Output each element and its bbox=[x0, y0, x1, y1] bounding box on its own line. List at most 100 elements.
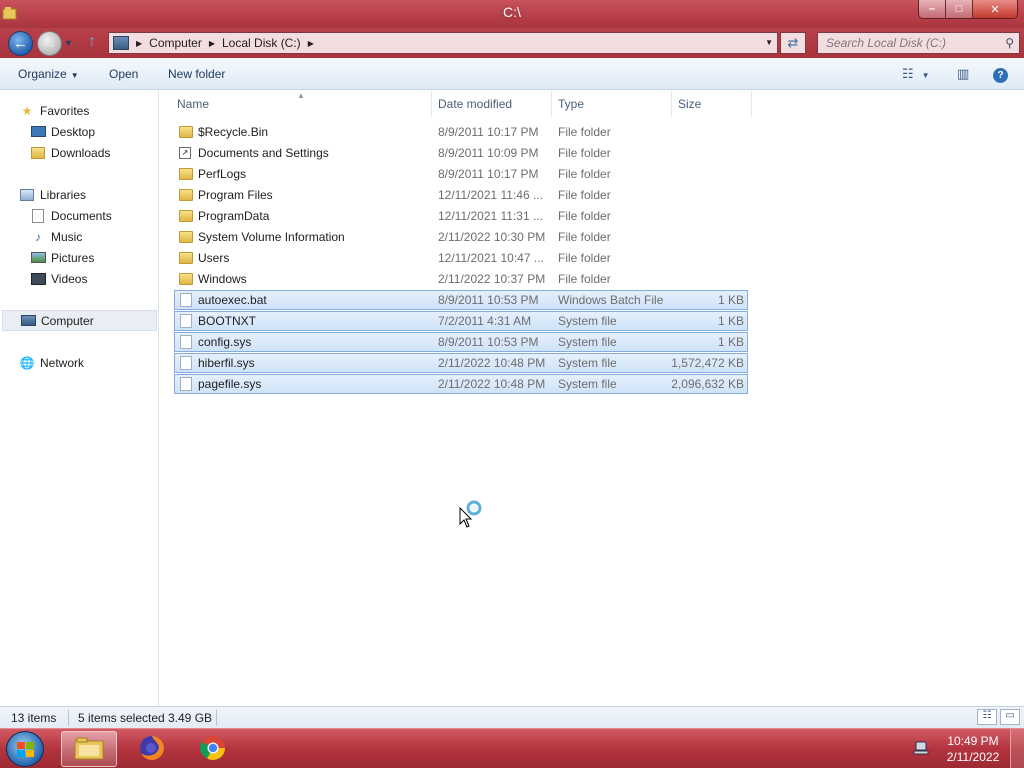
details-view-button[interactable]: ☷ bbox=[977, 709, 997, 725]
taskbar-chrome-button[interactable] bbox=[185, 731, 241, 767]
refresh-button[interactable]: ⇄ bbox=[780, 32, 806, 54]
search-box[interactable]: ⚲ bbox=[817, 32, 1020, 54]
address-history-dropdown[interactable]: ▼ bbox=[765, 38, 773, 47]
file-row[interactable]: pagefile.sys 2/11/2022 10:48 PM System fil… bbox=[174, 374, 748, 394]
file-name: config.sys bbox=[198, 335, 252, 349]
breadcrumb-local-disk[interactable]: Local Disk (C:) bbox=[222, 36, 301, 50]
open-button[interactable]: Open bbox=[109, 67, 138, 81]
organize-button[interactable]: Organize ▼ bbox=[18, 67, 79, 81]
preview-pane-icon: ▥ bbox=[957, 66, 970, 81]
up-level-button[interactable]: ↑ bbox=[88, 33, 106, 53]
nav-favorites[interactable]: ★ Favorites bbox=[19, 100, 177, 121]
clock-time: 10:49 PM bbox=[947, 734, 999, 748]
file-row[interactable]: hiberfil.sys 2/11/2022 10:48 PM System fil… bbox=[174, 353, 748, 373]
file-type: File folder bbox=[558, 272, 611, 286]
arrow-right-icon: → bbox=[42, 35, 57, 52]
maximize-button[interactable]: □ bbox=[946, 0, 973, 18]
nav-downloads-label: Downloads bbox=[51, 145, 111, 160]
preview-pane-button[interactable]: ▥ bbox=[957, 66, 969, 82]
view-list-icon: ☷ bbox=[902, 66, 914, 81]
taskbar-firefox-button[interactable] bbox=[124, 731, 180, 767]
computer-icon bbox=[113, 36, 129, 50]
file-row[interactable]: System Volume Information 2/11/2022 10:30… bbox=[174, 227, 748, 247]
back-button[interactable]: ← bbox=[8, 31, 33, 56]
clock[interactable]: 10:49 PM 2/11/2022 bbox=[940, 734, 1006, 764]
system-file-icon bbox=[180, 356, 192, 370]
column-header-type[interactable]: Type bbox=[552, 91, 672, 117]
file-type: System file bbox=[558, 314, 617, 328]
recent-pages-dropdown[interactable]: ▼ bbox=[64, 38, 73, 48]
file-type: File folder bbox=[558, 125, 611, 139]
file-row[interactable]: ↗ Documents and Settings 8/9/2011 10:09 PM… bbox=[174, 143, 748, 163]
folder-icon bbox=[179, 252, 193, 264]
file-row[interactable]: Program Files 12/11/2021 11:46 ... File fo… bbox=[174, 185, 748, 205]
new-folder-button[interactable]: New folder bbox=[168, 67, 225, 81]
explorer-folder-icon bbox=[73, 735, 105, 764]
breadcrumb: ▶ Computer ▶ Local Disk (C:) ▶ bbox=[129, 36, 321, 50]
breadcrumb-computer[interactable]: Computer bbox=[149, 36, 202, 50]
column-header-size[interactable]: Size bbox=[672, 91, 752, 117]
file-row[interactable]: Users 12/11/2021 10:47 ... File folder bbox=[174, 248, 748, 268]
nav-documents-label: Documents bbox=[51, 208, 112, 223]
network-tray-icon[interactable] bbox=[913, 740, 931, 759]
change-view-button[interactable]: ☷ ▼ bbox=[902, 66, 930, 82]
file-size: 1,572,472 KB bbox=[671, 356, 744, 370]
chevron-down-icon: ▼ bbox=[921, 71, 930, 80]
file-date-modified: 2/11/2022 10:48 PM bbox=[438, 377, 546, 391]
music-icon: ♪ bbox=[35, 229, 41, 244]
minimize-button[interactable]: – bbox=[919, 0, 946, 18]
file-row[interactable]: autoexec.bat 8/9/2011 10:53 PM Windows Bat… bbox=[174, 290, 748, 310]
start-button[interactable] bbox=[6, 731, 44, 767]
file-row[interactable]: Windows 2/11/2022 10:37 PM File folder bbox=[174, 269, 748, 289]
file-list[interactable]: Name ▲ Date modified Type Size $Recycle.… bbox=[160, 91, 1024, 706]
column-header-name[interactable]: Name ▲ bbox=[160, 91, 432, 117]
address-bar[interactable]: ▶ Computer ▶ Local Disk (C:) ▶ ▼ bbox=[108, 32, 778, 54]
status-item-count: 13 items bbox=[11, 711, 57, 725]
navigation-bar: ← → ▼ ↑ ▶ Computer ▶ Local Disk (C:) ▶ ▼… bbox=[0, 28, 1024, 58]
nav-libraries-label: Libraries bbox=[40, 187, 87, 202]
search-input[interactable] bbox=[826, 36, 996, 50]
taskbar-explorer-button[interactable] bbox=[61, 731, 117, 767]
file-type: File folder bbox=[558, 251, 611, 265]
system-file-icon bbox=[180, 377, 192, 391]
close-button[interactable]: ✕ bbox=[973, 0, 1017, 18]
breadcrumb-separator-icon[interactable]: ▶ bbox=[136, 39, 142, 48]
navigation-pane: ★ Favorites Desktop Downloads Libraries D… bbox=[0, 91, 159, 706]
breadcrumb-separator-icon[interactable]: ▶ bbox=[308, 39, 314, 48]
file-name: hiberfil.sys bbox=[198, 356, 255, 370]
breadcrumb-separator-icon[interactable]: ▶ bbox=[209, 39, 215, 48]
nav-computer[interactable]: Computer bbox=[2, 310, 157, 331]
arrow-up-icon: ↑ bbox=[88, 33, 96, 50]
file-type: File folder bbox=[558, 209, 611, 223]
file-row[interactable]: $Recycle.Bin 8/9/2011 10:17 PM File folder bbox=[174, 122, 748, 142]
file-row[interactable]: PerfLogs 8/9/2011 10:17 PM File folder bbox=[174, 164, 748, 184]
large-icons-view-button[interactable]: ▭ bbox=[1000, 709, 1020, 725]
show-desktop-button[interactable] bbox=[1010, 729, 1024, 768]
network-icon: 🌐 bbox=[19, 355, 35, 370]
computer-icon bbox=[20, 314, 36, 328]
downloads-folder-icon bbox=[30, 146, 46, 160]
file-row[interactable]: ProgramData 12/11/2021 11:31 ... File fold… bbox=[174, 206, 748, 226]
search-icon[interactable]: ⚲ bbox=[1005, 36, 1014, 50]
refresh-icon: ⇄ bbox=[787, 35, 799, 50]
nav-libraries[interactable]: Libraries bbox=[19, 184, 177, 205]
details-view-icon: ☷ bbox=[982, 710, 992, 721]
file-row[interactable]: BOOTNXT 7/2/2011 4:31 AM System file 1 KB bbox=[174, 311, 748, 331]
forward-button[interactable]: → bbox=[37, 31, 62, 56]
file-row[interactable]: config.sys 8/9/2011 10:53 PM System file 1 … bbox=[174, 332, 748, 352]
title-bar[interactable]: C:\ – □ ✕ bbox=[0, 0, 1024, 28]
file-date-modified: 12/11/2021 11:46 ... bbox=[438, 188, 543, 202]
file-size: 1 KB bbox=[717, 293, 744, 307]
file-date-modified: 2/11/2022 10:30 PM bbox=[438, 230, 546, 244]
help-button[interactable]: ? bbox=[993, 66, 1008, 83]
column-header-date[interactable]: Date modified bbox=[432, 91, 552, 117]
file-name: pagefile.sys bbox=[198, 377, 262, 391]
documents-icon bbox=[30, 208, 46, 223]
file-date-modified: 12/11/2021 10:47 ... bbox=[438, 251, 544, 265]
file-size: 2,096,632 KB bbox=[671, 377, 744, 391]
column-header-name-label: Name bbox=[177, 97, 210, 111]
nav-computer-label: Computer bbox=[41, 313, 94, 328]
nav-network[interactable]: 🌐 Network bbox=[19, 352, 177, 373]
arrow-left-icon: ← bbox=[13, 35, 28, 52]
system-file-icon bbox=[180, 335, 192, 349]
